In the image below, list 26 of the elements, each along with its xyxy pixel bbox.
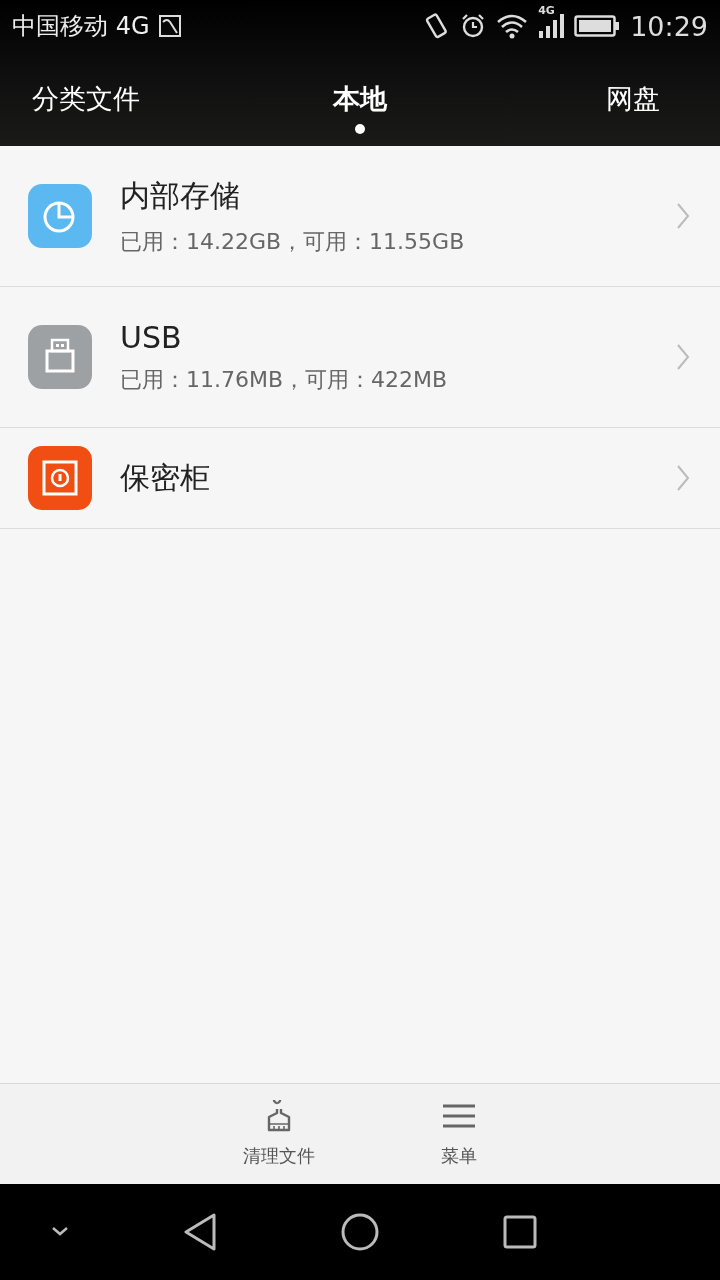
tab[interactable]: 网盘 [606,81,660,117]
storage-row[interactable]: USB 已用：11.76MB，可用：422MB [0,287,720,428]
recents-icon[interactable] [503,1215,537,1249]
tab[interactable]: 本地 [333,81,387,117]
chevron-icon [676,343,690,371]
storage-title: 保密柜 [120,458,211,497]
storage-usage: 已用：14.22GB，可用：11.55GB [120,227,466,256]
toolbar-button[interactable]: 菜单 [433,1084,485,1184]
home-icon[interactable] [341,1213,379,1251]
battery-icon [574,15,621,37]
chevron-icon [676,202,690,230]
network-type: 4G [538,4,555,17]
signal-icon [538,14,565,38]
back-icon[interactable] [183,1213,217,1251]
storage-row[interactable]: 保密柜 [0,428,720,529]
storage-title: 内部存储 [120,176,241,215]
tab[interactable]: 分类文件 [32,81,140,117]
carrier-name: 中国移动 4G [12,11,150,42]
wifi-icon [496,13,529,39]
clock-time: 10:29 [630,10,708,42]
storage-row[interactable]: 内部存储 已用：14.22GB，可用：11.55GB [0,146,720,287]
toolbar-button[interactable]: 清理文件 [235,1084,323,1184]
chevron-icon [676,464,690,492]
collapse-icon[interactable] [51,1226,69,1236]
storage-usage: 已用：11.76MB，可用：422MB [120,365,449,394]
storage-title: USB [120,319,183,355]
